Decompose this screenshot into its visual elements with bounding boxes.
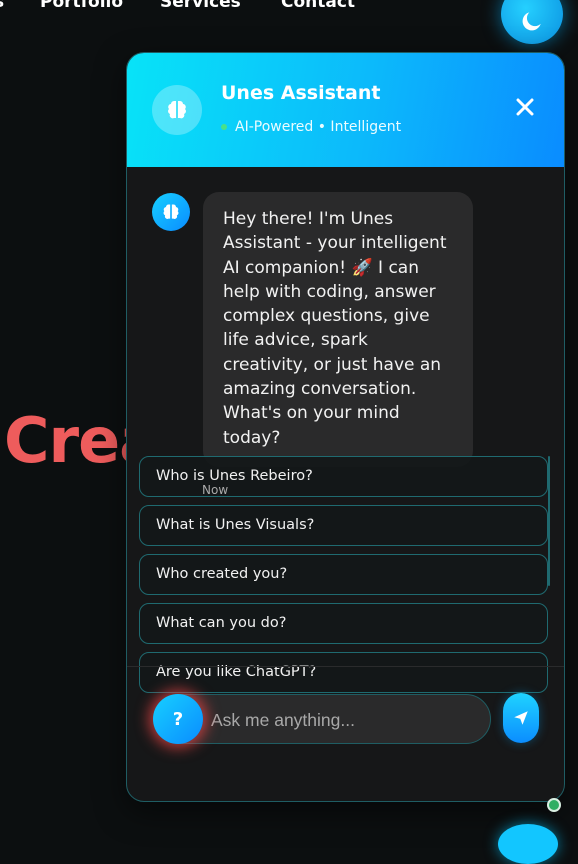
suggestion-button[interactable]: Who created you? [139, 554, 548, 595]
online-indicator [221, 124, 227, 130]
message-avatar [152, 193, 190, 231]
chat-window: Unes Assistant AI-Powered • Intelligent … [126, 52, 565, 802]
chat-status-text: AI-Powered • Intelligent [235, 119, 402, 135]
online-status-dot [547, 798, 561, 812]
input-divider [127, 666, 564, 667]
nav-link-contact[interactable]: Contact [281, 0, 355, 12]
floating-chat-button[interactable] [498, 824, 558, 864]
nav-link-services[interactable]: Services [160, 0, 241, 12]
moon-icon [522, 12, 541, 31]
brain-icon [163, 204, 179, 219]
message-input[interactable] [209, 695, 483, 745]
chat-status: AI-Powered • Intelligent [221, 119, 401, 135]
assistant-message: Hey there! I'm Unes Assistant - your int… [203, 192, 473, 467]
message-input-wrapper [153, 694, 491, 745]
assistant-avatar [152, 85, 202, 135]
message-timestamp: Now [202, 483, 229, 497]
suggestion-button[interactable]: Are you like ChatGPT? [139, 652, 548, 693]
suggestion-scrollbar[interactable] [548, 456, 550, 586]
send-icon [514, 711, 528, 725]
close-button[interactable] [511, 93, 539, 121]
chat-title: Unes Assistant [221, 82, 381, 104]
brain-icon [168, 101, 186, 119]
nav-link-portfolio[interactable]: Portfolio [40, 0, 123, 12]
send-button[interactable] [503, 693, 539, 743]
top-nav: s Portfolio Services Contact [0, 0, 578, 16]
chat-header: Unes Assistant AI-Powered • Intelligent [127, 53, 564, 167]
nav-link-partial[interactable]: s [0, 0, 4, 12]
suggestion-button[interactable]: What can you do? [139, 603, 548, 644]
close-icon [516, 98, 534, 116]
theme-toggle-button[interactable] [501, 0, 563, 44]
help-button[interactable]: ? [153, 694, 203, 744]
suggestion-button[interactable]: What is Unes Visuals? [139, 505, 548, 546]
suggestion-button[interactable]: Who is Unes Rebeiro? [139, 456, 548, 497]
